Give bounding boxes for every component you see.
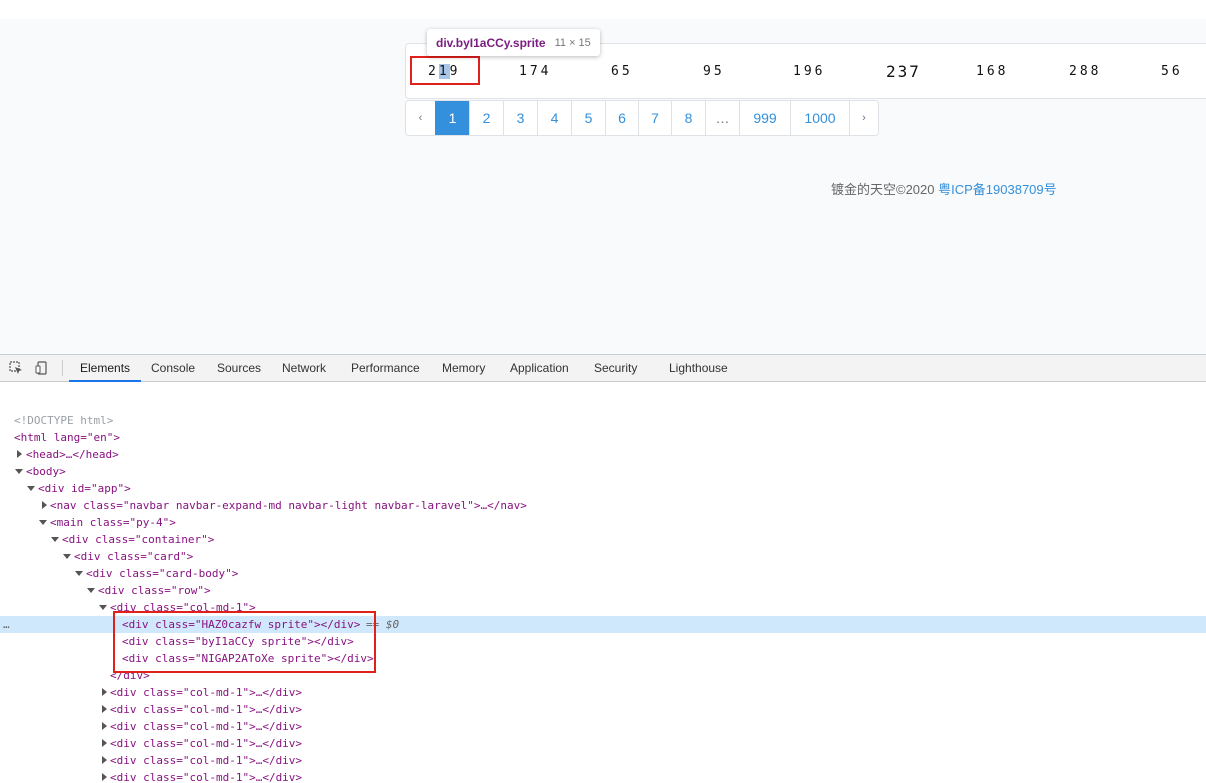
pagination: ‹ 1 2 3 4 5 6 7 8 … 999 1000 › [405, 100, 879, 136]
page-ellipsis: … [705, 101, 739, 135]
dom-line[interactable]: <main class="py-4"> [0, 514, 1206, 531]
inspect-icon[interactable] [9, 361, 23, 375]
devtools-panel: Elements Console Sources Network Perform… [0, 354, 1206, 783]
dom-line[interactable]: <div class="col-md-1">…</div> [0, 769, 1206, 783]
browser-top-strip [0, 0, 1206, 19]
page-7-button[interactable]: 7 [638, 101, 671, 135]
dom-line[interactable]: <html lang="en"> [0, 429, 1206, 446]
number-cell-9: 56 [1161, 64, 1183, 79]
inspect-tooltip: div.byI1aCCy.sprite 11 × 15 [427, 29, 600, 56]
tab-sources[interactable]: Sources [217, 355, 261, 382]
dom-line[interactable]: <body> [0, 463, 1206, 480]
tab-performance[interactable]: Performance [351, 355, 420, 382]
collapse-arrow-icon[interactable] [15, 469, 23, 474]
tooltip-element-name: div.byI1aCCy.sprite [436, 35, 546, 50]
number-cell-6: 237 [886, 62, 921, 81]
device-toolbar-icon[interactable] [35, 361, 49, 375]
page-4-button[interactable]: 4 [537, 101, 571, 135]
dom-line[interactable]: <div class="col-md-1">…</div> [0, 752, 1206, 769]
dom-line[interactable]: <head>…</head> [0, 446, 1206, 463]
dom-line[interactable]: <div class="card"> [0, 548, 1206, 565]
expand-arrow-icon[interactable] [102, 688, 107, 696]
dom-line[interactable]: <div class="container"> [0, 531, 1206, 548]
tab-network[interactable]: Network [282, 355, 326, 382]
page-next-button[interactable]: › [849, 101, 878, 135]
page-999-button[interactable]: 999 [739, 101, 790, 135]
tree-highlight-box [113, 611, 376, 673]
expand-arrow-icon[interactable] [42, 501, 47, 509]
footer-icp-link[interactable]: 粤ICP备19038709号 [938, 182, 1057, 197]
tab-console[interactable]: Console [151, 355, 195, 382]
dom-line[interactable]: <div class="card-body"> [0, 565, 1206, 582]
dom-line[interactable]: <div class="col-md-1">…</div> [0, 735, 1206, 752]
number-cell-2: 174 [519, 64, 552, 79]
devtools-tabbar: Elements Console Sources Network Perform… [0, 355, 1206, 382]
expand-arrow-icon[interactable] [102, 722, 107, 730]
number-cell-5: 196 [793, 64, 826, 79]
collapse-arrow-icon[interactable] [87, 588, 95, 593]
dom-line[interactable]: <div class="col-md-1">…</div> [0, 701, 1206, 718]
page-1000-button[interactable]: 1000 [790, 101, 849, 135]
page-8-button[interactable]: 8 [671, 101, 705, 135]
page-prev-button[interactable]: ‹ [406, 101, 435, 135]
dom-line[interactable]: <!DOCTYPE html> [0, 412, 1206, 429]
dom-line[interactable]: <div id="app"> [0, 480, 1206, 497]
tab-lighthouse[interactable]: Lighthouse [669, 355, 728, 382]
number-cell-7: 168 [976, 64, 1009, 79]
collapse-arrow-icon[interactable] [39, 520, 47, 525]
collapse-arrow-icon[interactable] [51, 537, 59, 542]
tab-application[interactable]: Application [510, 355, 569, 382]
more-options-icon[interactable]: … [3, 616, 10, 633]
footer: 镀金的天空©2020 粤ICP备19038709号 [831, 179, 1057, 198]
tooltip-element-size: 11 × 15 [554, 36, 591, 49]
collapse-arrow-icon[interactable] [99, 605, 107, 610]
tab-memory[interactable]: Memory [442, 355, 485, 382]
collapse-arrow-icon[interactable] [27, 486, 35, 491]
collapse-arrow-icon[interactable] [75, 571, 83, 576]
collapse-arrow-icon[interactable] [63, 554, 71, 559]
number-cell-3: 65 [611, 64, 633, 79]
dom-line[interactable]: <nav class="navbar navbar-expand-md navb… [0, 497, 1206, 514]
dom-line[interactable]: <div class="col-md-1">…</div> [0, 718, 1206, 735]
number-cell-4: 95 [703, 64, 725, 79]
page-2-button[interactable]: 2 [469, 101, 503, 135]
expand-arrow-icon[interactable] [17, 450, 22, 458]
footer-text: 镀金的天空©2020 [831, 182, 939, 197]
page-1-button[interactable]: 1 [435, 101, 469, 135]
number-cell-8: 288 [1069, 64, 1102, 79]
tab-security[interactable]: Security [594, 355, 637, 382]
expand-arrow-icon[interactable] [102, 756, 107, 764]
dom-line[interactable]: <div class="row"> [0, 582, 1206, 599]
page-5-button[interactable]: 5 [571, 101, 605, 135]
expand-arrow-icon[interactable] [102, 739, 107, 747]
expand-arrow-icon[interactable] [102, 773, 107, 781]
dom-line[interactable]: <div class="col-md-1">…</div> [0, 684, 1206, 701]
expand-arrow-icon[interactable] [102, 705, 107, 713]
tabbar-divider [62, 360, 63, 376]
page-3-button[interactable]: 3 [503, 101, 537, 135]
tab-elements[interactable]: Elements [69, 355, 142, 382]
page-6-button[interactable]: 6 [605, 101, 638, 135]
highlight-box [410, 56, 480, 85]
